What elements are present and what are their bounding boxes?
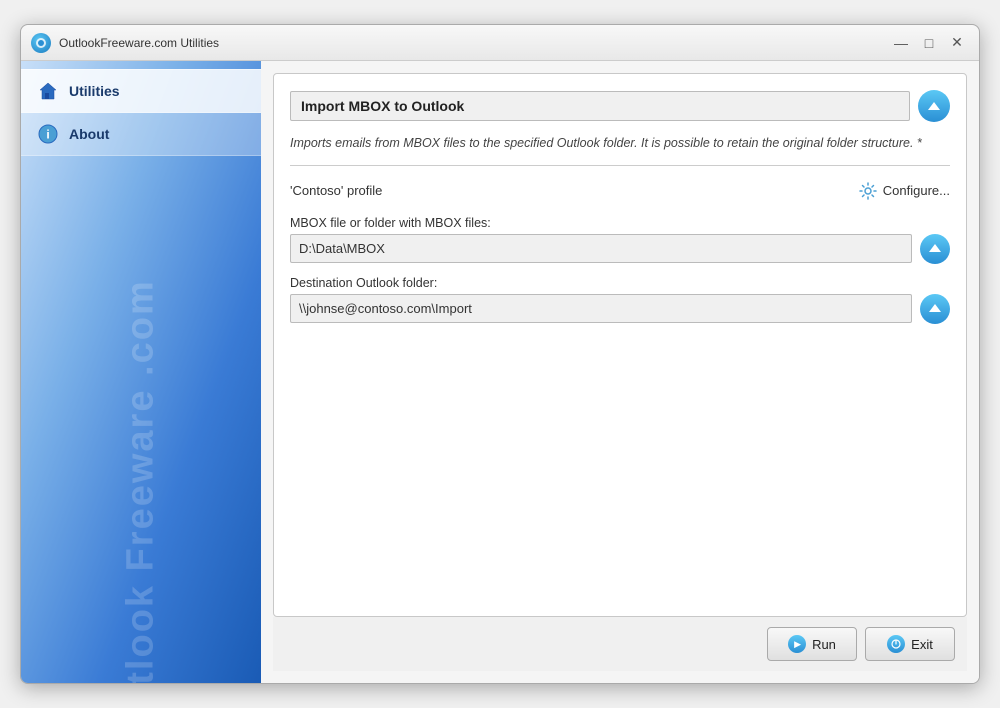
- sidebar-item-utilities-label: Utilities: [69, 83, 120, 99]
- mbox-field-group: MBOX file or folder with MBOX files:: [290, 216, 950, 264]
- run-icon: ▶: [788, 635, 806, 653]
- destination-field-label: Destination Outlook folder:: [290, 276, 950, 290]
- content-area: Import MBOX to Outlook Imports emails fr…: [273, 73, 967, 617]
- app-icon: [31, 33, 51, 53]
- main-window: OutlookFreeware.com Utilities — □ ✕ Util…: [20, 24, 980, 684]
- run-label: Run: [812, 637, 836, 652]
- destination-browse-button[interactable]: [920, 294, 950, 324]
- svg-text:i: i: [46, 128, 49, 142]
- mbox-field-label: MBOX file or folder with MBOX files:: [290, 216, 950, 230]
- sidebar-item-about[interactable]: i About: [21, 113, 261, 156]
- description-text: Imports emails from MBOX files to the sp…: [290, 134, 950, 166]
- minimize-button[interactable]: —: [889, 31, 913, 55]
- destination-field-row: [290, 294, 950, 324]
- window-title: OutlookFreeware.com Utilities: [59, 36, 889, 50]
- close-button[interactable]: ✕: [945, 31, 969, 55]
- main-content: Utilities i About Outlook Freeware .com: [21, 61, 979, 683]
- mbox-browse-button[interactable]: [920, 234, 950, 264]
- dropdown-up-button[interactable]: [918, 90, 950, 122]
- sidebar: Utilities i About Outlook Freeware .com: [21, 61, 261, 683]
- maximize-button[interactable]: □: [917, 31, 941, 55]
- utility-dropdown[interactable]: Import MBOX to Outlook: [290, 91, 910, 121]
- configure-label: Configure...: [883, 183, 950, 198]
- sidebar-item-utilities[interactable]: Utilities: [21, 69, 261, 113]
- mbox-input[interactable]: [290, 234, 912, 263]
- profile-label: 'Contoso' profile: [290, 183, 382, 198]
- configure-button[interactable]: Configure...: [859, 182, 950, 200]
- mbox-field-row: [290, 234, 950, 264]
- window-controls: — □ ✕: [889, 31, 969, 55]
- run-button[interactable]: ▶ Run: [767, 627, 857, 661]
- destination-field-group: Destination Outlook folder:: [290, 276, 950, 324]
- profile-configure-row: 'Contoso' profile Configure...: [290, 178, 950, 204]
- home-icon: [37, 80, 59, 102]
- dropdown-row: Import MBOX to Outlook: [290, 90, 950, 122]
- footer: ▶ Run Exit: [273, 617, 967, 671]
- exit-icon: [887, 635, 905, 653]
- exit-label: Exit: [911, 637, 933, 652]
- exit-button[interactable]: Exit: [865, 627, 955, 661]
- title-bar: OutlookFreeware.com Utilities — □ ✕: [21, 25, 979, 61]
- right-panel: Import MBOX to Outlook Imports emails fr…: [261, 61, 979, 683]
- info-icon: i: [37, 123, 59, 145]
- configure-icon: [859, 182, 877, 200]
- destination-input[interactable]: [290, 294, 912, 323]
- sidebar-item-about-label: About: [69, 126, 109, 142]
